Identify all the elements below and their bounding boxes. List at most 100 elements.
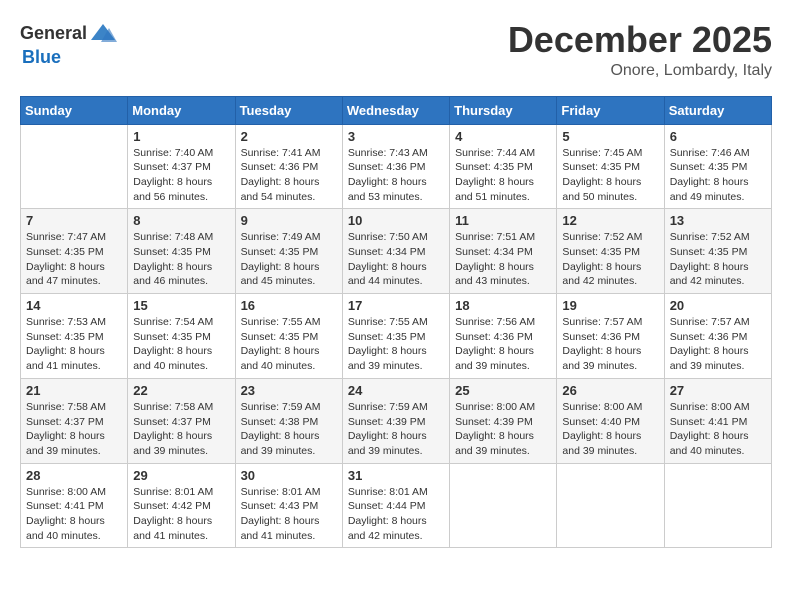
day-number: 31 xyxy=(348,468,444,483)
day-cell: 17Sunrise: 7:55 AM Sunset: 4:35 PM Dayli… xyxy=(342,294,449,379)
week-row-3: 14 Sunrise: 7:53 AM Sunset: 4:35 PM Dayli… xyxy=(21,294,772,379)
day-info: Sunrise: 7:44 AM Sunset: 4:35 PM Dayligh… xyxy=(455,146,551,205)
day-info: Sunrise: 7:57 AM Sunset: 4:36 PM Dayligh… xyxy=(562,315,658,374)
day-info: Sunrise: 7:53 AM Sunset: 4:35 PM Dayligh… xyxy=(26,315,122,374)
day-number: 2 xyxy=(241,129,337,144)
day-cell: 24 Sunrise: 7:59 AM Sunset: 4:39 PM Dayli… xyxy=(342,378,449,463)
day-cell: 12Sunrise: 7:52 AM Sunset: 4:35 PM Dayli… xyxy=(557,209,664,294)
day-number: 7 xyxy=(26,213,122,228)
weekday-header-tuesday: Tuesday xyxy=(235,96,342,124)
day-info: Sunrise: 7:57 AM Sunset: 4:36 PM Dayligh… xyxy=(670,315,766,374)
day-cell: 26Sunrise: 8:00 AM Sunset: 4:40 PM Dayli… xyxy=(557,378,664,463)
day-number: 5 xyxy=(562,129,658,144)
week-row-5: 28 Sunrise: 8:00 AM Sunset: 4:41 PM Dayli… xyxy=(21,463,772,548)
day-cell: 11Sunrise: 7:51 AM Sunset: 4:34 PM Dayli… xyxy=(450,209,557,294)
day-cell: 21 Sunrise: 7:58 AM Sunset: 4:37 PM Dayli… xyxy=(21,378,128,463)
week-row-4: 21 Sunrise: 7:58 AM Sunset: 4:37 PM Dayli… xyxy=(21,378,772,463)
day-number: 25 xyxy=(455,383,551,398)
logo-blue: Blue xyxy=(22,47,61,67)
day-cell: 28 Sunrise: 8:00 AM Sunset: 4:41 PM Dayli… xyxy=(21,463,128,548)
day-info: Sunrise: 7:41 AM Sunset: 4:36 PM Dayligh… xyxy=(241,146,337,205)
day-number: 10 xyxy=(348,213,444,228)
day-number: 19 xyxy=(562,298,658,313)
day-cell: 27 Sunrise: 8:00 AM Sunset: 4:41 PM Dayli… xyxy=(664,378,771,463)
day-number: 11 xyxy=(455,213,551,228)
day-number: 9 xyxy=(241,213,337,228)
weekday-header-row: SundayMondayTuesdayWednesdayThursdayFrid… xyxy=(21,96,772,124)
day-info: Sunrise: 7:55 AM Sunset: 4:35 PM Dayligh… xyxy=(241,315,337,374)
day-number: 27 xyxy=(670,383,766,398)
day-cell: 10 Sunrise: 7:50 AM Sunset: 4:34 PM Dayli… xyxy=(342,209,449,294)
day-info: Sunrise: 7:43 AM Sunset: 4:36 PM Dayligh… xyxy=(348,146,444,205)
day-info: Sunrise: 7:58 AM Sunset: 4:37 PM Dayligh… xyxy=(133,400,229,459)
day-info: Sunrise: 7:59 AM Sunset: 4:39 PM Dayligh… xyxy=(348,400,444,459)
day-cell: 29Sunrise: 8:01 AM Sunset: 4:42 PM Dayli… xyxy=(128,463,235,548)
day-cell: 8 Sunrise: 7:48 AM Sunset: 4:35 PM Daylig… xyxy=(128,209,235,294)
day-cell: 31 Sunrise: 8:01 AM Sunset: 4:44 PM Dayli… xyxy=(342,463,449,548)
day-info: Sunrise: 8:00 AM Sunset: 4:41 PM Dayligh… xyxy=(26,485,122,544)
logo-icon xyxy=(89,20,117,48)
weekday-header-saturday: Saturday xyxy=(664,96,771,124)
week-row-2: 7 Sunrise: 7:47 AM Sunset: 4:35 PM Daylig… xyxy=(21,209,772,294)
day-info: Sunrise: 7:59 AM Sunset: 4:38 PM Dayligh… xyxy=(241,400,337,459)
day-info: Sunrise: 8:00 AM Sunset: 4:41 PM Dayligh… xyxy=(670,400,766,459)
day-number: 14 xyxy=(26,298,122,313)
day-number: 21 xyxy=(26,383,122,398)
day-cell: 3 Sunrise: 7:43 AM Sunset: 4:36 PM Daylig… xyxy=(342,124,449,209)
day-cell: 18Sunrise: 7:56 AM Sunset: 4:36 PM Dayli… xyxy=(450,294,557,379)
day-info: Sunrise: 7:47 AM Sunset: 4:35 PM Dayligh… xyxy=(26,230,122,289)
weekday-header-thursday: Thursday xyxy=(450,96,557,124)
day-cell: 4 Sunrise: 7:44 AM Sunset: 4:35 PM Daylig… xyxy=(450,124,557,209)
day-number: 12 xyxy=(562,213,658,228)
day-number: 16 xyxy=(241,298,337,313)
day-number: 28 xyxy=(26,468,122,483)
day-number: 4 xyxy=(455,129,551,144)
day-info: Sunrise: 7:49 AM Sunset: 4:35 PM Dayligh… xyxy=(241,230,337,289)
day-info: Sunrise: 7:58 AM Sunset: 4:37 PM Dayligh… xyxy=(26,400,122,459)
location: Onore, Lombardy, Italy xyxy=(508,62,772,80)
day-info: Sunrise: 8:00 AM Sunset: 4:39 PM Dayligh… xyxy=(455,400,551,459)
weekday-header-sunday: Sunday xyxy=(21,96,128,124)
day-cell: 7 Sunrise: 7:47 AM Sunset: 4:35 PM Daylig… xyxy=(21,209,128,294)
day-info: Sunrise: 7:45 AM Sunset: 4:35 PM Dayligh… xyxy=(562,146,658,205)
day-info: Sunrise: 8:01 AM Sunset: 4:44 PM Dayligh… xyxy=(348,485,444,544)
title-section: December 2025 Onore, Lombardy, Italy xyxy=(508,20,772,80)
day-number: 8 xyxy=(133,213,229,228)
day-cell xyxy=(557,463,664,548)
day-cell: 5 Sunrise: 7:45 AM Sunset: 4:35 PM Daylig… xyxy=(557,124,664,209)
day-info: Sunrise: 7:52 AM Sunset: 4:35 PM Dayligh… xyxy=(670,230,766,289)
day-cell: 20Sunrise: 7:57 AM Sunset: 4:36 PM Dayli… xyxy=(664,294,771,379)
day-info: Sunrise: 8:01 AM Sunset: 4:43 PM Dayligh… xyxy=(241,485,337,544)
page-header: General Blue December 2025 Onore, Lombar… xyxy=(20,20,772,80)
day-number: 24 xyxy=(348,383,444,398)
day-cell: 6Sunrise: 7:46 AM Sunset: 4:35 PM Daylig… xyxy=(664,124,771,209)
day-cell: 2 Sunrise: 7:41 AM Sunset: 4:36 PM Daylig… xyxy=(235,124,342,209)
day-number: 30 xyxy=(241,468,337,483)
week-row-1: 1Sunrise: 7:40 AM Sunset: 4:37 PM Daylig… xyxy=(21,124,772,209)
day-info: Sunrise: 7:46 AM Sunset: 4:35 PM Dayligh… xyxy=(670,146,766,205)
logo-general: General xyxy=(20,24,87,44)
day-cell xyxy=(450,463,557,548)
day-cell: 1Sunrise: 7:40 AM Sunset: 4:37 PM Daylig… xyxy=(128,124,235,209)
day-cell xyxy=(664,463,771,548)
day-cell: 22 Sunrise: 7:58 AM Sunset: 4:37 PM Dayli… xyxy=(128,378,235,463)
calendar-table: SundayMondayTuesdayWednesdayThursdayFrid… xyxy=(20,96,772,549)
month-title: December 2025 xyxy=(508,20,772,60)
day-cell: 16 Sunrise: 7:55 AM Sunset: 4:35 PM Dayli… xyxy=(235,294,342,379)
logo: General Blue xyxy=(20,20,117,68)
day-number: 3 xyxy=(348,129,444,144)
weekday-header-friday: Friday xyxy=(557,96,664,124)
weekday-header-wednesday: Wednesday xyxy=(342,96,449,124)
day-number: 29 xyxy=(133,468,229,483)
day-number: 13 xyxy=(670,213,766,228)
day-info: Sunrise: 7:48 AM Sunset: 4:35 PM Dayligh… xyxy=(133,230,229,289)
day-cell: 14 Sunrise: 7:53 AM Sunset: 4:35 PM Dayli… xyxy=(21,294,128,379)
day-info: Sunrise: 7:50 AM Sunset: 4:34 PM Dayligh… xyxy=(348,230,444,289)
day-cell: 19 Sunrise: 7:57 AM Sunset: 4:36 PM Dayli… xyxy=(557,294,664,379)
day-number: 22 xyxy=(133,383,229,398)
day-cell: 25 Sunrise: 8:00 AM Sunset: 4:39 PM Dayli… xyxy=(450,378,557,463)
day-cell: 9 Sunrise: 7:49 AM Sunset: 4:35 PM Daylig… xyxy=(235,209,342,294)
day-cell xyxy=(21,124,128,209)
day-info: Sunrise: 8:00 AM Sunset: 4:40 PM Dayligh… xyxy=(562,400,658,459)
day-number: 23 xyxy=(241,383,337,398)
